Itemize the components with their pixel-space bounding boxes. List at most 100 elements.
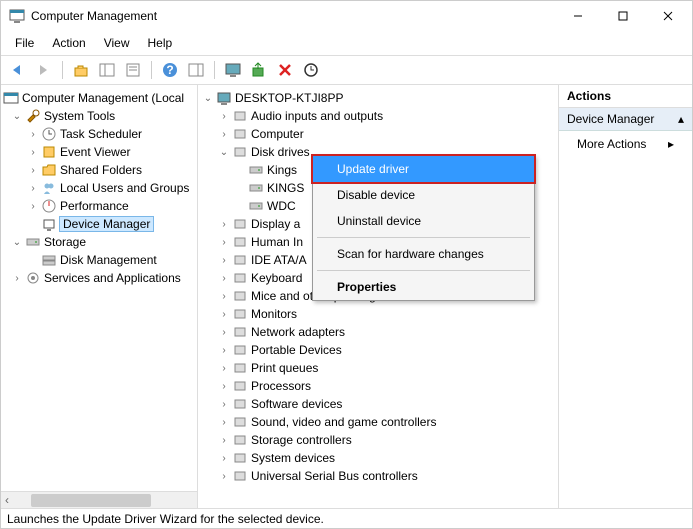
tree-device-manager[interactable]: Device Manager xyxy=(3,215,195,233)
expand-icon[interactable]: ⌄ xyxy=(216,147,232,158)
device-category[interactable]: ›Software devices xyxy=(200,395,556,413)
actions-header: Actions xyxy=(559,85,692,108)
device-category[interactable]: ›Processors xyxy=(200,377,556,395)
expand-icon[interactable]: ⌄ xyxy=(9,237,25,248)
tree-disk-management[interactable]: Disk Management xyxy=(3,251,195,269)
category-icon xyxy=(232,144,248,160)
menu-properties[interactable]: Properties xyxy=(313,274,534,300)
monitor-icon[interactable] xyxy=(222,59,244,81)
expand-icon[interactable]: › xyxy=(216,435,232,446)
device-manager-icon xyxy=(41,216,57,232)
toolbar: ? xyxy=(1,56,692,85)
expand-icon[interactable]: › xyxy=(25,129,41,140)
expand-icon[interactable]: › xyxy=(216,273,232,284)
device-category[interactable]: ›Audio inputs and outputs xyxy=(200,107,556,125)
update-driver-icon[interactable] xyxy=(248,59,270,81)
menu-separator xyxy=(317,270,530,271)
expand-icon[interactable]: › xyxy=(216,255,232,266)
device-category[interactable]: ›Sound, video and game controllers xyxy=(200,413,556,431)
device-category[interactable]: ›Monitors xyxy=(200,305,556,323)
expand-icon[interactable]: › xyxy=(216,363,232,374)
menu-file[interactable]: File xyxy=(7,33,42,53)
menu-help[interactable]: Help xyxy=(140,33,181,53)
menu-scan-hardware[interactable]: Scan for hardware changes xyxy=(313,241,534,267)
device-category[interactable]: ›Network adapters xyxy=(200,323,556,341)
expand-icon[interactable]: › xyxy=(216,453,232,464)
tree-root[interactable]: Computer Management (Local xyxy=(3,89,195,107)
expand-icon[interactable]: ⌄ xyxy=(200,93,216,104)
tree-services[interactable]: › Services and Applications xyxy=(3,269,195,287)
expand-icon[interactable]: › xyxy=(216,399,232,410)
help-button[interactable]: ? xyxy=(159,59,181,81)
disable-icon[interactable] xyxy=(274,59,296,81)
menu-view[interactable]: View xyxy=(96,33,138,53)
actions-context[interactable]: Device Manager ▴ xyxy=(559,108,692,131)
device-category[interactable]: ›Portable Devices xyxy=(200,341,556,359)
device-root[interactable]: ⌄ DESKTOP-KTJI8PP xyxy=(200,89,556,107)
device-category[interactable]: ›Storage controllers xyxy=(200,431,556,449)
expand-icon[interactable]: › xyxy=(216,471,232,482)
expand-icon[interactable]: › xyxy=(216,291,232,302)
minimize-button[interactable] xyxy=(555,2,600,30)
device-category[interactable]: ›Print queues xyxy=(200,359,556,377)
tree-performance[interactable]: › Performance xyxy=(3,197,195,215)
category-icon xyxy=(232,360,248,376)
collapse-icon[interactable]: ▴ xyxy=(678,112,684,126)
expand-icon[interactable]: › xyxy=(25,201,41,212)
tree-storage[interactable]: ⌄ Storage xyxy=(3,233,195,251)
left-scrollbar[interactable]: ‹ xyxy=(1,491,197,508)
back-button[interactable] xyxy=(7,59,29,81)
expand-icon[interactable]: › xyxy=(216,345,232,356)
menu-uninstall-device[interactable]: Uninstall device xyxy=(313,208,534,234)
svg-text:?: ? xyxy=(166,63,173,77)
menu-disable-device[interactable]: Disable device xyxy=(313,182,534,208)
forward-button[interactable] xyxy=(33,59,55,81)
actions-pane: Actions Device Manager ▴ More Actions ▸ xyxy=(559,85,692,508)
category-icon xyxy=(232,450,248,466)
expand-icon[interactable]: › xyxy=(216,219,232,230)
disk-icon xyxy=(248,162,264,178)
category-icon xyxy=(232,396,248,412)
expand-icon[interactable]: ⌄ xyxy=(9,111,25,122)
show-hide-tree-button[interactable] xyxy=(96,59,118,81)
device-category[interactable]: ›System devices xyxy=(200,449,556,467)
expand-icon[interactable]: › xyxy=(25,165,41,176)
maximize-button[interactable] xyxy=(600,2,645,30)
clock-icon xyxy=(41,126,57,142)
tree-shared-folders[interactable]: › Shared Folders xyxy=(3,161,195,179)
expand-icon[interactable]: › xyxy=(216,237,232,248)
device-category[interactable]: ›Universal Serial Bus controllers xyxy=(200,467,556,485)
properties-button[interactable] xyxy=(122,59,144,81)
expand-icon[interactable]: › xyxy=(216,111,232,122)
action-pane-button[interactable] xyxy=(185,59,207,81)
context-menu: Update driver Disable device Uninstall d… xyxy=(312,155,535,301)
tree-local-users[interactable]: › Local Users and Groups xyxy=(3,179,195,197)
more-actions[interactable]: More Actions ▸ xyxy=(559,131,692,157)
tree-event-viewer[interactable]: › Event Viewer xyxy=(3,143,195,161)
disk-icon xyxy=(248,198,264,214)
menu-action[interactable]: Action xyxy=(44,33,93,53)
menu-update-driver[interactable]: Update driver xyxy=(313,156,534,182)
up-button[interactable] xyxy=(70,59,92,81)
tree-system-tools[interactable]: ⌄ System Tools xyxy=(3,107,195,125)
expand-icon[interactable]: › xyxy=(25,183,41,194)
expand-icon[interactable]: › xyxy=(25,147,41,158)
scan-hardware-icon[interactable] xyxy=(300,59,322,81)
expand-icon[interactable]: › xyxy=(216,417,232,428)
expand-icon[interactable]: › xyxy=(216,327,232,338)
window-title: Computer Management xyxy=(31,9,555,23)
category-icon xyxy=(232,234,248,250)
tree-task-scheduler[interactable]: › Task Scheduler xyxy=(3,125,195,143)
services-icon xyxy=(25,270,41,286)
tools-icon xyxy=(25,108,41,124)
category-icon xyxy=(232,252,248,268)
expand-icon[interactable]: › xyxy=(216,129,232,140)
expand-icon[interactable]: › xyxy=(216,381,232,392)
expand-icon[interactable]: › xyxy=(216,309,232,320)
close-button[interactable] xyxy=(645,2,690,30)
computer-icon xyxy=(216,90,232,106)
category-icon xyxy=(232,270,248,286)
category-icon xyxy=(232,288,248,304)
expand-icon[interactable]: › xyxy=(9,273,25,284)
device-category[interactable]: ›Computer xyxy=(200,125,556,143)
